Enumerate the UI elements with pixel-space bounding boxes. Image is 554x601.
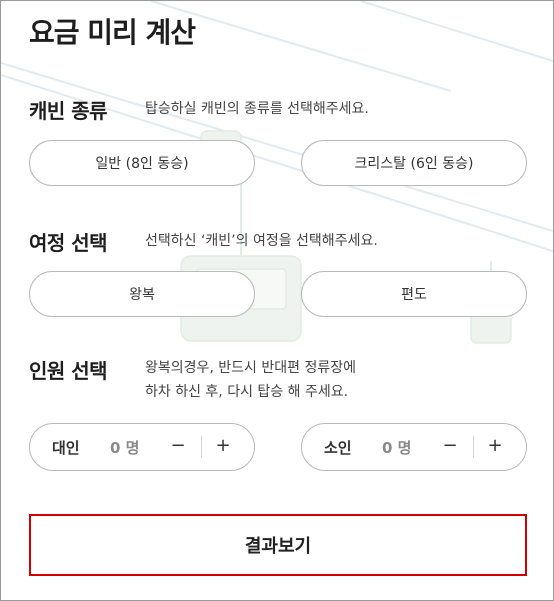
people-description-line1: 왕복의경우, 반드시 반대편 정류장에 [145,360,356,376]
adult-counter: 대인 0 명 − + [29,423,255,471]
people-description-line2: 하차 하신 후, 다시 탑승 해 주세요. [145,384,349,400]
view-result-button[interactable]: 결과보기 [29,514,527,576]
child-label: 소인 [324,439,352,457]
child-minus-button[interactable]: − [437,432,463,460]
divider [473,436,474,458]
trip-description: 선택하신 ‘캐빈’의 여정을 선택해주세요. [145,233,378,249]
child-counter: 소인 0 명 − + [301,423,527,471]
cabin-option-crystal[interactable]: 크리스탈 (6인 동승) [301,140,527,186]
child-count: 0 명 [382,439,412,457]
trip-option-round[interactable]: 왕복 [29,271,255,317]
adult-label: 대인 [52,439,80,457]
page-title: 요금 미리 계산 [29,16,196,49]
adult-plus-button[interactable]: + [210,432,236,460]
adult-count: 0 명 [110,439,140,457]
divider [201,436,202,458]
fare-calculator-panel: 요금 미리 계산 캐빈 종류 탑승하실 캐빈의 종류를 선택해주세요. 일반 (… [0,0,554,601]
cabin-type-description: 탑승하실 캐빈의 종류를 선택해주세요. [145,101,369,117]
cabin-type-heading: 캐빈 종류 [29,99,108,123]
cabin-option-standard[interactable]: 일반 (8인 동승) [29,140,255,186]
people-heading: 인원 선택 [29,359,108,383]
adult-minus-button[interactable]: − [165,432,191,460]
trip-option-oneway[interactable]: 편도 [301,271,527,317]
child-plus-button[interactable]: + [482,432,508,460]
trip-heading: 여정 선택 [29,231,108,255]
